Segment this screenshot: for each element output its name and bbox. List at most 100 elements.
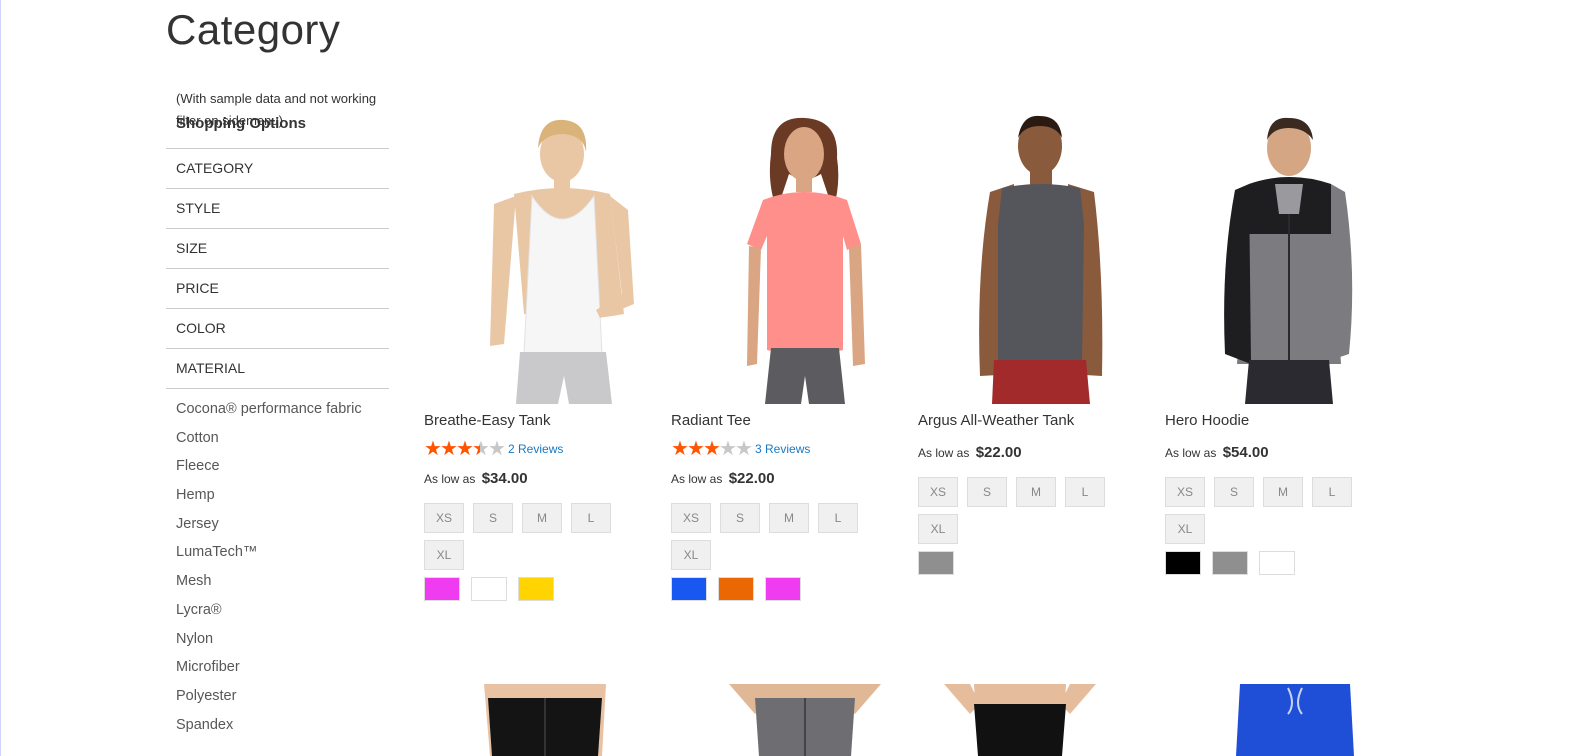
size-swatches: XS S M L XL — [424, 503, 664, 577]
sidebar: (With sample data and not working filter… — [166, 88, 389, 739]
page-title: Category — [166, 6, 341, 53]
color-swatch-magenta[interactable] — [424, 577, 460, 601]
price-value: $34.00 — [481, 470, 528, 487]
material-option[interactable]: Jersey — [176, 510, 389, 539]
size-swatch[interactable]: S — [720, 503, 760, 533]
product-image[interactable] — [671, 114, 901, 404]
product-image[interactable] — [1230, 684, 1360, 756]
size-swatch[interactable]: XS — [1165, 477, 1205, 507]
star-icon: ★ — [671, 438, 689, 460]
material-option[interactable]: Spandex — [176, 711, 389, 740]
color-swatch-orange[interactable] — [718, 577, 754, 601]
price-value: $22.00 — [975, 444, 1022, 461]
size-swatch[interactable]: L — [818, 503, 858, 533]
size-swatch[interactable]: S — [967, 477, 1007, 507]
product-image[interactable] — [725, 684, 885, 756]
color-swatch-white[interactable] — [1259, 551, 1295, 575]
size-swatch[interactable]: XL — [918, 514, 958, 544]
product-card: Radiant Tee ★ ★ ★ ★ ★ 3 Reviews As low a… — [671, 114, 901, 601]
color-swatch-black[interactable] — [1165, 551, 1201, 575]
filter-size[interactable]: SIZE — [166, 229, 389, 269]
product-card: Hero Hoodie As low as $54.00 XS S M L XL — [1165, 114, 1395, 575]
filter-category[interactable]: CATEGORY — [166, 149, 389, 189]
size-swatch[interactable]: XL — [671, 540, 711, 570]
product-price: As low as $54.00 — [1165, 444, 1395, 464]
product-card: Breathe-Easy Tank ★ ★ ★ ★ ★ 2 Reviews As… — [424, 114, 654, 601]
half-star-icon: ★ — [472, 438, 490, 460]
color-swatch-gray[interactable] — [1212, 551, 1248, 575]
product-image[interactable] — [1165, 114, 1395, 404]
material-option[interactable]: Hemp — [176, 481, 389, 510]
size-swatches: XS S M L XL — [671, 503, 911, 577]
blue-shorts-image — [1236, 684, 1354, 756]
product-name[interactable]: Breathe-Easy Tank — [424, 412, 654, 432]
product-image[interactable] — [424, 114, 654, 404]
filter-material[interactable]: MATERIAL — [166, 349, 389, 389]
reviews-link[interactable]: 3 Reviews — [755, 442, 810, 456]
size-swatch[interactable]: XL — [1165, 514, 1205, 544]
material-option[interactable]: LumaTech™ — [176, 538, 389, 567]
man-hoodie-image — [1165, 114, 1395, 404]
shopping-options-heading: Shopping Options — [166, 110, 389, 149]
color-swatch-magenta[interactable] — [765, 577, 801, 601]
size-swatch[interactable]: L — [1065, 477, 1105, 507]
material-option[interactable]: Microfiber — [176, 653, 389, 682]
material-options-list: Cocona® performance fabric Cotton Fleece… — [166, 389, 389, 739]
product-image[interactable] — [470, 684, 620, 756]
star-icon: ★ — [424, 438, 442, 460]
size-swatch[interactable]: L — [571, 503, 611, 533]
product-rating: ★ ★ ★ ★ ★ 2 Reviews — [424, 438, 654, 460]
gray-pants-image — [729, 684, 881, 756]
size-swatch[interactable]: S — [473, 503, 513, 533]
material-option[interactable]: Cocona® performance fabric — [176, 395, 389, 424]
page-left-border — [0, 0, 1, 756]
star-icon: ★ — [456, 438, 474, 460]
color-swatches — [671, 577, 901, 601]
product-name[interactable]: Radiant Tee — [671, 412, 901, 432]
material-option[interactable]: Cotton — [176, 424, 389, 453]
product-image[interactable] — [940, 684, 1100, 756]
filter-style[interactable]: STYLE — [166, 189, 389, 229]
size-swatch[interactable]: L — [1312, 477, 1352, 507]
size-swatch[interactable]: XS — [424, 503, 464, 533]
color-swatches — [424, 577, 654, 601]
size-swatch[interactable]: M — [769, 503, 809, 533]
size-swatches: XS S M L XL — [918, 477, 1158, 551]
material-option[interactable]: Nylon — [176, 625, 389, 654]
price-prefix: As low as — [1165, 446, 1217, 460]
color-swatches — [1165, 551, 1395, 575]
product-name[interactable]: Argus All-Weather Tank — [918, 412, 1148, 432]
product-price: As low as $22.00 — [671, 470, 901, 490]
size-swatch[interactable]: XS — [918, 477, 958, 507]
filter-color[interactable]: COLOR — [166, 309, 389, 349]
size-swatch[interactable]: S — [1214, 477, 1254, 507]
product-image[interactable] — [918, 114, 1148, 404]
man-tank-image — [918, 114, 1148, 404]
color-swatch-blue[interactable] — [671, 577, 707, 601]
reviews-link[interactable]: 2 Reviews — [508, 442, 563, 456]
color-swatch-yellow[interactable] — [518, 577, 554, 601]
woman-tee-image — [671, 114, 901, 404]
black-shorts-image — [944, 684, 1096, 756]
product-rating: ★ ★ ★ ★ ★ 3 Reviews — [671, 438, 901, 460]
material-option[interactable]: Polyester — [176, 682, 389, 711]
size-swatch[interactable]: M — [522, 503, 562, 533]
color-swatch-white[interactable] — [471, 577, 507, 601]
star-icon: ★ — [719, 438, 737, 460]
black-pants-image — [484, 684, 606, 756]
size-swatch[interactable]: XL — [424, 540, 464, 570]
material-option[interactable]: Fleece — [176, 452, 389, 481]
material-option[interactable]: Lycra® — [176, 596, 389, 625]
material-option[interactable]: Mesh — [176, 567, 389, 596]
color-swatch-gray[interactable] — [918, 551, 954, 575]
filter-price[interactable]: PRICE — [166, 269, 389, 309]
price-prefix: As low as — [671, 472, 723, 486]
size-swatch[interactable]: M — [1263, 477, 1303, 507]
woman-tank-image — [424, 114, 654, 404]
price-value: $54.00 — [1222, 444, 1269, 461]
star-icon: ★ — [687, 438, 705, 460]
product-name[interactable]: Hero Hoodie — [1165, 412, 1395, 432]
star-icon: ★ — [703, 438, 721, 460]
size-swatch[interactable]: M — [1016, 477, 1056, 507]
size-swatch[interactable]: XS — [671, 503, 711, 533]
